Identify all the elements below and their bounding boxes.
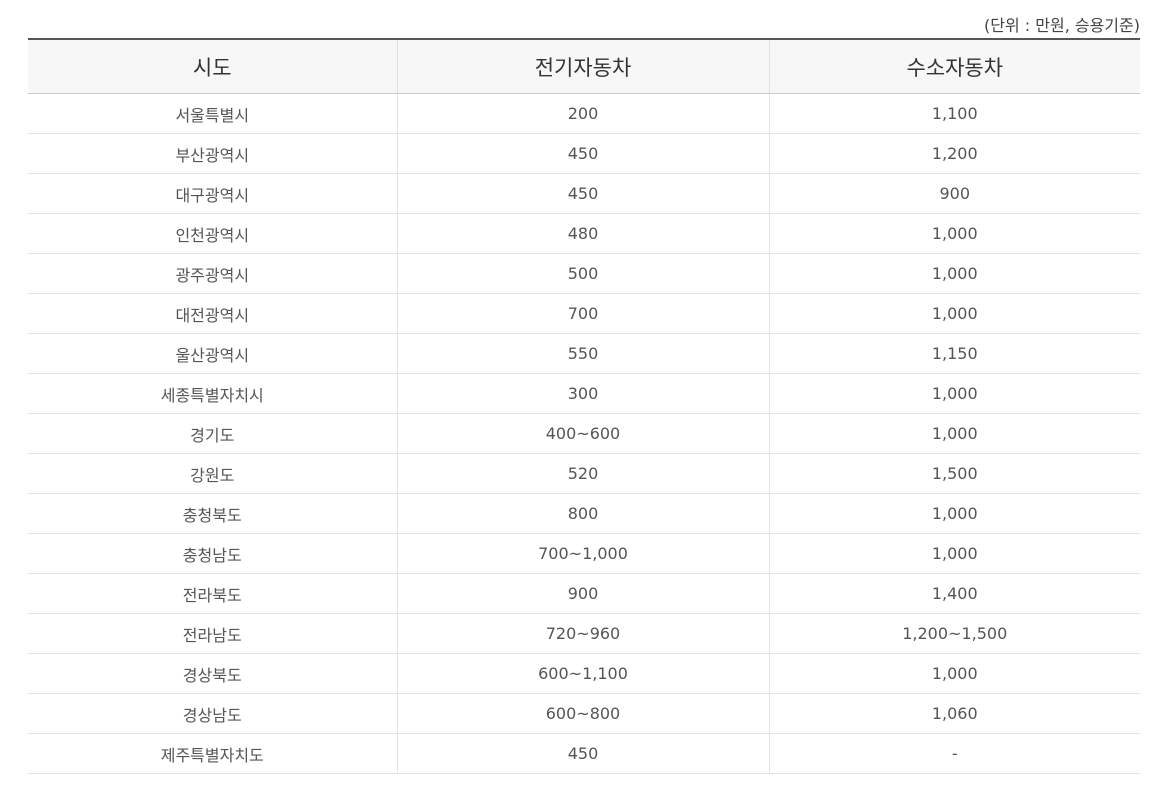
cell-electric: 450 xyxy=(396,733,769,774)
header-electric-vehicle: 전기자동차 xyxy=(396,38,769,94)
table-row: 서울특별시 200 1,100 xyxy=(28,93,1140,134)
cell-hydrogen: 1,000 xyxy=(768,293,1140,334)
table-header: 시도 전기자동차 수소자동차 xyxy=(28,38,1140,94)
table-row: 인천광역시 480 1,000 xyxy=(28,213,1140,254)
table-row: 충청남도 700~1,000 1,000 xyxy=(28,533,1140,574)
cell-region: 대구광역시 xyxy=(28,173,397,214)
table-row: 제주특별자치도 450 - xyxy=(28,733,1140,774)
table-row: 전라북도 900 1,400 xyxy=(28,573,1140,614)
table-row: 부산광역시 450 1,200 xyxy=(28,133,1140,174)
table-row: 경상북도 600~1,100 1,000 xyxy=(28,653,1140,694)
cell-hydrogen: 1,200~1,500 xyxy=(768,613,1140,654)
cell-hydrogen: 1,200 xyxy=(768,133,1140,174)
cell-electric: 450 xyxy=(396,133,769,174)
subsidy-table-container: 시도 전기자동차 수소자동차 서울특별시 200 1,100 부산광역시 450… xyxy=(28,38,1140,774)
table-row: 대구광역시 450 900 xyxy=(28,173,1140,214)
subsidy-table: 시도 전기자동차 수소자동차 서울특별시 200 1,100 부산광역시 450… xyxy=(28,38,1140,774)
cell-region: 세종특별자치시 xyxy=(28,373,397,414)
table-row: 울산광역시 550 1,150 xyxy=(28,333,1140,374)
cell-region: 경상남도 xyxy=(28,693,397,734)
cell-region: 충청북도 xyxy=(28,493,397,534)
cell-hydrogen: 1,400 xyxy=(768,573,1140,614)
table-row: 대전광역시 700 1,000 xyxy=(28,293,1140,334)
cell-region: 울산광역시 xyxy=(28,333,397,374)
cell-region: 전라북도 xyxy=(28,573,397,614)
cell-region: 제주특별자치도 xyxy=(28,733,397,774)
cell-electric: 550 xyxy=(396,333,769,374)
cell-region: 서울특별시 xyxy=(28,93,397,134)
cell-electric: 400~600 xyxy=(396,413,769,454)
cell-electric: 900 xyxy=(396,573,769,614)
cell-region: 경기도 xyxy=(28,413,397,454)
header-row: 시도 전기자동차 수소자동차 xyxy=(28,38,1140,94)
table-row: 경기도 400~600 1,000 xyxy=(28,413,1140,454)
cell-hydrogen: 1,000 xyxy=(768,493,1140,534)
cell-hydrogen: 1,000 xyxy=(768,253,1140,294)
cell-hydrogen: 1,150 xyxy=(768,333,1140,374)
cell-region: 경상북도 xyxy=(28,653,397,694)
unit-note: (단위 : 만원, 승용기준) xyxy=(984,16,1140,35)
cell-hydrogen: 1,500 xyxy=(768,453,1140,494)
cell-electric: 700~1,000 xyxy=(396,533,769,574)
header-region: 시도 xyxy=(28,38,397,94)
cell-electric: 200 xyxy=(396,93,769,134)
cell-electric: 700 xyxy=(396,293,769,334)
cell-electric: 600~1,100 xyxy=(396,653,769,694)
cell-region: 인천광역시 xyxy=(28,213,397,254)
cell-electric: 800 xyxy=(396,493,769,534)
cell-electric: 480 xyxy=(396,213,769,254)
cell-region: 대전광역시 xyxy=(28,293,397,334)
cell-electric: 520 xyxy=(396,453,769,494)
cell-electric: 720~960 xyxy=(396,613,769,654)
cell-hydrogen: - xyxy=(768,733,1140,774)
cell-hydrogen: 1,000 xyxy=(768,373,1140,414)
cell-electric: 600~800 xyxy=(396,693,769,734)
table-row: 경상남도 600~800 1,060 xyxy=(28,693,1140,734)
cell-electric: 300 xyxy=(396,373,769,414)
cell-electric: 500 xyxy=(396,253,769,294)
cell-hydrogen: 1,000 xyxy=(768,533,1140,574)
table-row: 광주광역시 500 1,000 xyxy=(28,253,1140,294)
table-body: 서울특별시 200 1,100 부산광역시 450 1,200 대구광역시 45… xyxy=(28,93,1140,774)
table-row: 전라남도 720~960 1,200~1,500 xyxy=(28,613,1140,654)
cell-region: 전라남도 xyxy=(28,613,397,654)
cell-electric: 450 xyxy=(396,173,769,214)
cell-hydrogen: 1,000 xyxy=(768,653,1140,694)
cell-hydrogen: 1,100 xyxy=(768,93,1140,134)
cell-region: 광주광역시 xyxy=(28,253,397,294)
table-row: 충청북도 800 1,000 xyxy=(28,493,1140,534)
cell-region: 강원도 xyxy=(28,453,397,494)
cell-hydrogen: 1,060 xyxy=(768,693,1140,734)
cell-hydrogen: 1,000 xyxy=(768,213,1140,254)
table-row: 강원도 520 1,500 xyxy=(28,453,1140,494)
cell-region: 충청남도 xyxy=(28,533,397,574)
cell-hydrogen: 1,000 xyxy=(768,413,1140,454)
cell-region: 부산광역시 xyxy=(28,133,397,174)
table-row: 세종특별자치시 300 1,000 xyxy=(28,373,1140,414)
cell-hydrogen: 900 xyxy=(768,173,1140,214)
header-hydrogen-vehicle: 수소자동차 xyxy=(768,38,1140,94)
